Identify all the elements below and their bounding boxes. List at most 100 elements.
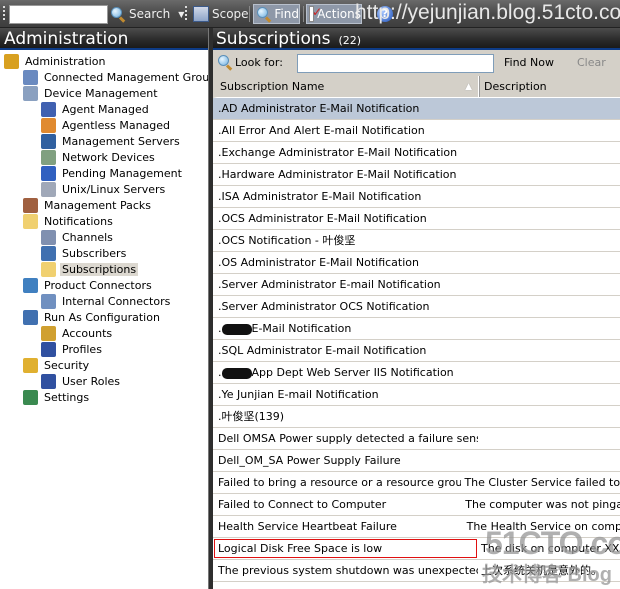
table-row[interactable]: .OS Administrator E-Mail Notification: [213, 252, 620, 274]
internal-connector-icon: [41, 293, 56, 309]
table-row[interactable]: .OCS Administrator E-Mail Notification: [213, 208, 620, 230]
tree-item-user-roles[interactable]: User Roles: [0, 373, 208, 389]
search-dropdown-icon[interactable]: ▼: [178, 10, 184, 19]
column-header-description[interactable]: Description: [479, 76, 547, 97]
tree-item-subscriptions[interactable]: Subscriptions: [0, 261, 208, 277]
tree-item-subscribers[interactable]: Subscribers: [0, 245, 208, 261]
table-row[interactable]: .SQL Administrator E-mail Notification: [213, 340, 620, 362]
subscription-name-cell: . E-Mail Notification: [218, 322, 352, 335]
lock-icon: [23, 357, 38, 373]
table-row[interactable]: . E-Mail Notification: [213, 318, 620, 340]
subscription-name-cell: Logical Disk Free Space is low: [213, 538, 478, 559]
table-row[interactable]: .OCS Notification - 叶俊坚: [213, 230, 620, 252]
table-row[interactable]: .ISA Administrator E-Mail Notification: [213, 186, 620, 208]
subscription-name: Logical Disk Free Space is low: [218, 542, 383, 555]
navigation-pane: Administration Administration Connected M…: [0, 28, 222, 589]
tree-item-channels[interactable]: Channels: [0, 229, 208, 245]
tree-item-security[interactable]: Security: [0, 357, 208, 373]
subscriptions-grid: Subscription Name ▲ Description .AD Admi…: [213, 76, 620, 582]
find-icon: [256, 6, 271, 22]
tree-item-unix-linux-servers[interactable]: Unix/Linux Servers: [0, 181, 208, 197]
subscription-name: .Server Administrator OCS Notification: [218, 300, 430, 313]
tree-item-label: Connected Management Groups: [44, 70, 222, 84]
find-button[interactable]: Find: [253, 4, 300, 24]
tree-item-internal-connectors[interactable]: Internal Connectors: [0, 293, 208, 309]
table-row[interactable]: .叶俊坚(139): [213, 406, 620, 428]
tree-item-network-devices[interactable]: Network Devices: [0, 149, 208, 165]
user-role-icon: [41, 373, 56, 389]
table-row[interactable]: .Exchange Administrator E-Mail Notificat…: [213, 142, 620, 164]
table-row[interactable]: .All Error And Alert E-mail Notification: [213, 120, 620, 142]
tree-item-connected-management-groups[interactable]: Connected Management Groups: [0, 69, 222, 85]
table-row[interactable]: .AD Administrator E-Mail Notification: [213, 98, 620, 120]
tree-item-agentless-managed[interactable]: Agentless Managed: [0, 117, 208, 133]
subscription-name: Failed to bring a resource or a resource…: [218, 476, 461, 489]
subscription-name-cell: Health Service Heartbeat Failure: [213, 516, 464, 537]
tree-item-run-as-configuration[interactable]: Run As Configuration: [0, 309, 208, 325]
subscription-name-cell: .Exchange Administrator E-Mail Notificat…: [213, 142, 478, 163]
watermark-subtitle: 技术博客 Blog: [482, 564, 612, 586]
tree-item-settings[interactable]: Settings: [0, 389, 208, 405]
toolbar-separator: [303, 6, 304, 22]
toolbar-grip[interactable]: [3, 6, 5, 22]
toolbar-grip[interactable]: [185, 6, 187, 22]
server-icon: [23, 85, 38, 101]
description-cell: [478, 120, 481, 141]
navigation-tree: Administration Connected Management Group…: [0, 50, 222, 405]
results-pane-header: Subscriptions (22): [213, 28, 620, 50]
connector-icon: [23, 277, 38, 293]
table-row[interactable]: .Hardware Administrator E-Mail Notificat…: [213, 164, 620, 186]
table-row[interactable]: .Server Administrator OCS Notification: [213, 296, 620, 318]
table-row[interactable]: .Ye Junjian E-mail Notification: [213, 384, 620, 406]
subscription-name: App Dept Web Server IIS Notification: [251, 366, 454, 379]
profile-icon: [41, 341, 56, 357]
clear-button[interactable]: Clear: [577, 56, 606, 69]
tree-item-label: Agent Managed: [62, 102, 149, 116]
find-now-button[interactable]: Find Now: [504, 56, 554, 69]
watermark-url: http://yejunjian.blog.51cto.com: [355, 1, 620, 24]
table-row[interactable]: . App Dept Web Server IIS Notification: [213, 362, 620, 384]
description-cell: The Cluster Service failed to b: [464, 476, 620, 489]
tree-item-device-management[interactable]: Device Management: [0, 85, 208, 101]
toolbar-search-input[interactable]: [9, 5, 108, 24]
tree-item-label: Run As Configuration: [44, 310, 160, 324]
subscription-name-cell: Failed to bring a resource or a resource…: [213, 472, 461, 493]
tree-item-management-servers[interactable]: Management Servers: [0, 133, 208, 149]
column-header-label: Subscription Name: [220, 80, 325, 93]
tree-item-notifications[interactable]: Notifications: [0, 213, 208, 229]
tree-item-administration[interactable]: Administration: [0, 53, 208, 69]
subscription-name-cell: .OS Administrator E-Mail Notification: [213, 252, 478, 273]
column-header-subscription-name[interactable]: Subscription Name ▲: [217, 76, 479, 97]
subscription-name-cell: .OCS Notification - 叶俊坚: [213, 230, 478, 251]
tree-item-agent-managed[interactable]: Agent Managed: [0, 101, 208, 117]
tree-item-profiles[interactable]: Profiles: [0, 341, 208, 357]
search-button[interactable]: Search ▼: [110, 4, 184, 24]
tree-item-product-connectors[interactable]: Product Connectors: [0, 277, 208, 293]
description-cell: [478, 384, 481, 405]
tree-item-label: Internal Connectors: [62, 294, 171, 308]
tree-item-label: Network Devices: [62, 150, 155, 164]
tree-item-pending-management[interactable]: Pending Management: [0, 165, 208, 181]
description-cell: [478, 98, 481, 119]
tree-item-label: Unix/Linux Servers: [62, 182, 166, 196]
look-for-input[interactable]: [297, 54, 494, 73]
navigation-pane-title: Administration: [0, 28, 208, 50]
redaction-mark: [221, 367, 252, 379]
subscriber-icon: [41, 245, 56, 261]
actions-button[interactable]: Actions: [306, 4, 362, 24]
subscription-name-cell: .AD Administrator E-Mail Notification: [213, 98, 478, 119]
table-row[interactable]: Failed to Connect to Computer The compute…: [213, 494, 620, 516]
table-row[interactable]: Failed to bring a resource or a resource…: [213, 472, 620, 494]
tree-item-accounts[interactable]: Accounts: [0, 325, 208, 341]
watermark-logo: 51CTO.com: [485, 525, 620, 561]
table-row[interactable]: .Server Administrator E-mail Notificatio…: [213, 274, 620, 296]
tree-item-management-packs[interactable]: Management Packs: [0, 197, 208, 213]
table-row[interactable]: Dell_OM_SA Power Supply Failure: [213, 450, 620, 472]
table-row[interactable]: Dell OMSA Power supply detected a failur…: [213, 428, 620, 450]
scope-button[interactable]: Scope: [193, 4, 249, 24]
tree-item-label: Device Management: [44, 86, 158, 100]
grid-rows: .AD Administrator E-Mail Notification .Al…: [213, 98, 620, 582]
description-cell: [478, 406, 481, 427]
tree-item-label: Management Packs: [44, 198, 151, 212]
network-device-icon: [41, 149, 56, 165]
